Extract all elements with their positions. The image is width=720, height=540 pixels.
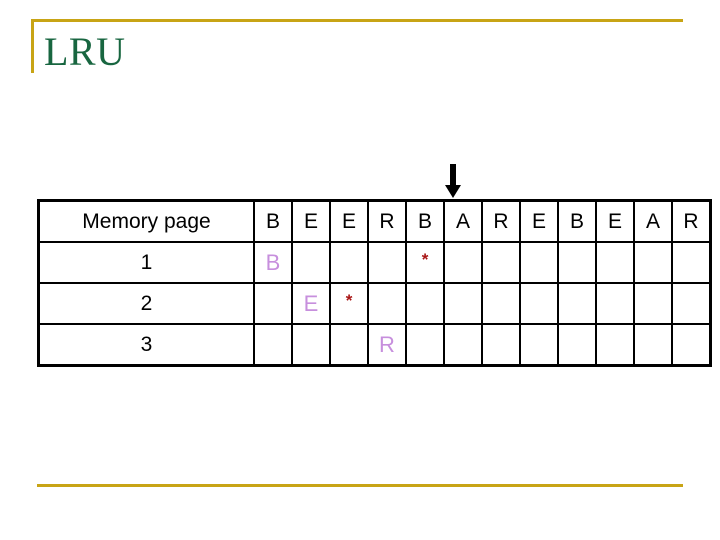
- frame-cell: [443, 241, 483, 284]
- table-row: 2 E *: [37, 282, 712, 325]
- frame-cell: [291, 323, 331, 367]
- page-loaded-cell: E: [291, 282, 331, 325]
- frame-cell: [633, 323, 673, 367]
- frame-cell: [595, 282, 635, 325]
- fault-marker-cell: *: [329, 282, 369, 325]
- reference-sequence-cell: R: [481, 199, 521, 243]
- page-title: LRU: [44, 29, 126, 74]
- frame-number-label: 2: [37, 282, 255, 325]
- reference-sequence-cell: E: [519, 199, 559, 243]
- frame-number-label: 3: [37, 323, 255, 367]
- memory-page-header-label: Memory page: [37, 199, 255, 243]
- frame-cell: [481, 323, 521, 367]
- frame-cell: [481, 241, 521, 284]
- table-header-row: Memory page B E E R B A R E B E A R: [37, 199, 712, 243]
- memory-page-table: Memory page B E E R B A R E B E A R 1 B * 2 E * 3 R: [37, 199, 712, 367]
- page-letter: B: [265, 249, 281, 275]
- frame-cell: [633, 241, 673, 284]
- frame-cell: [329, 241, 369, 284]
- frame-cell: [367, 282, 407, 325]
- memory-page-table-container: Memory page B E E R B A R E B E A R 1 B * 2 E * 3 R: [37, 199, 712, 367]
- frame-cell: [519, 323, 559, 367]
- fault-asterisk: *: [345, 290, 353, 310]
- reference-sequence-cell: B: [405, 199, 445, 243]
- down-arrow-icon: [444, 164, 462, 200]
- frame-cell: [557, 323, 597, 367]
- reference-sequence-cell: A: [443, 199, 483, 243]
- fault-marker-cell: *: [405, 241, 445, 284]
- frame-cell: [443, 282, 483, 325]
- slide-bottom-rule: [37, 484, 683, 487]
- slide-left-rule: [31, 19, 34, 73]
- frame-cell: [557, 282, 597, 325]
- frame-cell: [291, 241, 331, 284]
- page-loaded-cell: B: [253, 241, 293, 284]
- table-row: 3R: [37, 323, 712, 367]
- frame-cell: [367, 241, 407, 284]
- reference-sequence-cell: E: [291, 199, 331, 243]
- frame-cell: [671, 241, 712, 284]
- table-row: 1 B *: [37, 241, 712, 284]
- frame-cell: [253, 323, 293, 367]
- frame-cell: [595, 323, 635, 367]
- reference-sequence-cell: B: [253, 199, 293, 243]
- frame-cell: [405, 282, 445, 325]
- frame-cell: [633, 282, 673, 325]
- page-letter: E: [303, 290, 319, 316]
- frame-cell: [405, 323, 445, 367]
- reference-sequence-cell: R: [671, 199, 712, 243]
- slide-top-rule: [31, 19, 683, 22]
- frame-cell: [519, 282, 559, 325]
- reference-sequence-cell: E: [329, 199, 369, 243]
- frame-cell: [595, 241, 635, 284]
- frame-cell: [519, 241, 559, 284]
- frame-cell: [329, 323, 369, 367]
- frame-cell: [253, 282, 293, 325]
- fault-asterisk: *: [421, 249, 429, 269]
- frame-cell: [481, 282, 521, 325]
- frame-cell: [557, 241, 597, 284]
- reference-sequence-cell: E: [595, 199, 635, 243]
- frame-cell: [671, 282, 712, 325]
- page-letter: R: [379, 331, 395, 357]
- frame-number-label: 1: [37, 241, 255, 284]
- reference-sequence-cell: A: [633, 199, 673, 243]
- reference-sequence-cell: R: [367, 199, 407, 243]
- page-loaded-cell: R: [367, 323, 407, 367]
- frame-cell: [671, 323, 712, 367]
- frame-cell: [443, 323, 483, 367]
- reference-sequence-cell: B: [557, 199, 597, 243]
